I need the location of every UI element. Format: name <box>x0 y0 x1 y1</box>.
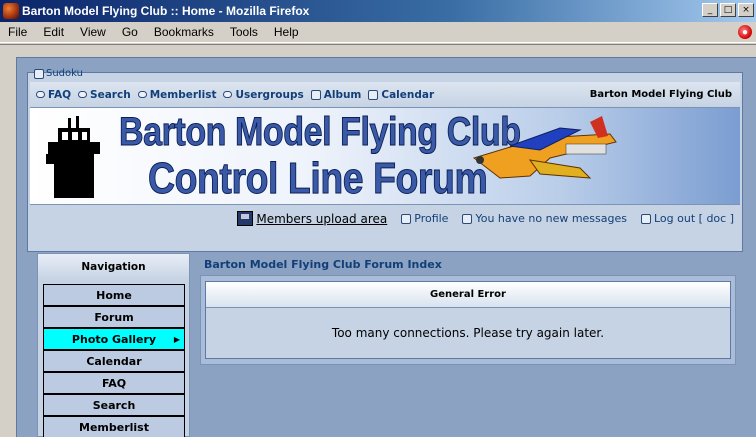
forum-index-link[interactable]: Barton Model Flying Club Forum Index <box>204 258 442 271</box>
top-nav-bar: FAQ Search Memberlist Usergroups Album C… <box>30 82 740 108</box>
nav-faq[interactable]: FAQ <box>36 89 71 101</box>
sidebar-item-faq[interactable]: FAQ <box>43 372 185 394</box>
upload-label: Members upload area <box>256 211 388 226</box>
nav-calendar-label: Calendar <box>381 88 435 101</box>
profile-label: Profile <box>414 212 449 225</box>
nav-usergroups[interactable]: Usergroups <box>223 88 304 101</box>
sidebar-item-search[interactable]: Search <box>43 394 185 416</box>
menu-tools[interactable]: Tools <box>222 25 266 39</box>
menu-help[interactable]: Help <box>266 25 307 39</box>
messages-label: You have no new messages <box>475 212 627 225</box>
sidebar-item-home[interactable]: Home <box>43 284 185 306</box>
site-banner[interactable]: Barton Model Flying Club Control Line Fo… <box>30 108 740 204</box>
nav-calendar[interactable]: Calendar <box>368 89 434 101</box>
error-title: General Error <box>206 282 730 308</box>
window-titlebar[interactable]: Barton Model Flying Club :: Home - Mozil… <box>0 0 756 22</box>
menu-bar: File Edit View Go Bookmarks Tools Help ● <box>0 22 756 43</box>
stop-icon[interactable]: ● <box>738 25 752 39</box>
logout-link[interactable]: Log out [ doc ] <box>641 212 734 225</box>
nav-search-label: Search <box>90 88 131 101</box>
nav-album-label: Album <box>323 88 362 101</box>
firefox-icon <box>3 3 19 19</box>
calendar-icon <box>368 89 379 100</box>
banner-title: Barton Model Flying Club <box>119 110 522 155</box>
search-icon <box>78 91 88 98</box>
memberlist-icon <box>137 91 147 98</box>
nav-faq-label: FAQ <box>48 88 72 101</box>
sidebar-title: Navigation <box>38 254 189 280</box>
navigation-sidebar: Navigation Home Forum Photo Gallery ▶ Ca… <box>37 253 190 437</box>
nav-memberlist[interactable]: Memberlist <box>137 88 217 101</box>
error-panel: General Error Too many connections. Plea… <box>200 275 736 365</box>
menu-edit[interactable]: Edit <box>35 25 72 39</box>
sidebar-item-photo-gallery[interactable]: Photo Gallery ▶ <box>43 328 185 350</box>
usergroups-icon <box>223 91 233 98</box>
nav-search[interactable]: Search <box>78 89 131 101</box>
model-plane-image <box>472 116 617 179</box>
menu-go[interactable]: Go <box>114 25 146 39</box>
profile-link[interactable]: Profile <box>401 212 448 225</box>
logout-label: Log out [ doc ] <box>654 212 734 225</box>
site-name: Barton Model Flying Club <box>589 89 732 100</box>
close-button[interactable]: × <box>738 3 754 17</box>
maximize-button[interactable]: □ <box>720 3 736 17</box>
user-bar: Members upload area Profile You have no … <box>30 204 740 232</box>
faq-icon <box>36 91 45 98</box>
floppy-disk-icon <box>237 211 254 226</box>
banner-subtitle: Control Line Forum <box>148 154 489 204</box>
control-tower-icon <box>46 116 100 198</box>
menu-file[interactable]: File <box>0 25 35 39</box>
upload-link[interactable]: Members upload area <box>237 211 387 226</box>
menu-view[interactable]: View <box>72 25 114 39</box>
sidebar-item-label: Photo Gallery <box>71 332 157 346</box>
sidebar-item-calendar[interactable]: Calendar <box>43 350 185 372</box>
nav-album[interactable]: Album <box>310 88 362 101</box>
sudoku-label: Sudoku <box>46 68 83 79</box>
arrow-right-icon: ▶ <box>173 334 180 344</box>
sidebar-item-memberlist[interactable]: Memberlist <box>43 416 185 437</box>
logout-icon <box>641 213 651 224</box>
album-icon <box>310 89 321 100</box>
menu-bookmarks[interactable]: Bookmarks <box>146 25 222 39</box>
messages-icon <box>462 213 473 224</box>
sudoku-icon <box>34 68 44 79</box>
error-box: General Error Too many connections. Plea… <box>205 281 731 359</box>
profile-icon <box>401 213 412 224</box>
error-message: Too many connections. Please try again l… <box>331 326 605 340</box>
nav-usergroups-label: Usergroups <box>235 88 304 101</box>
window-controls: _ □ × <box>702 3 754 17</box>
sudoku-link[interactable]: Sudoku <box>34 68 83 79</box>
minimize-button[interactable]: _ <box>702 3 718 17</box>
messages-link[interactable]: You have no new messages <box>462 212 627 225</box>
window-title: Barton Model Flying Club :: Home - Mozil… <box>22 4 310 18</box>
sidebar-item-forum[interactable]: Forum <box>43 306 185 328</box>
nav-memberlist-label: Memberlist <box>149 88 217 101</box>
